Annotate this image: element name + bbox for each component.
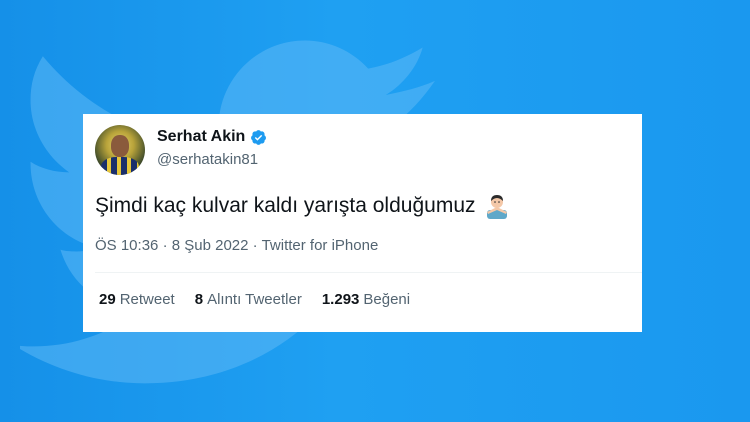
quote-tweets-label: Alıntı Tweetler — [207, 291, 302, 308]
likes-count: 1.293 — [321, 291, 360, 308]
likes-label: Beğeni — [363, 291, 411, 308]
retweets-stat[interactable]: 29 Retweet — [99, 291, 175, 308]
tweet-stats: 29 Retweet 8 Alıntı Tweetler 1.293 Beğen… — [99, 291, 430, 308]
author-name-row: Serhat Akin — [157, 128, 267, 146]
retweets-label: Retweet — [119, 291, 175, 308]
tweet-card: Serhat Akin @serhatakin81 Şimdi kaç kulv… — [83, 114, 642, 332]
verified-badge-icon — [251, 129, 267, 145]
author-handle[interactable]: @serhatakin81 — [157, 151, 258, 168]
quote-tweets-stat[interactable]: 8 Alıntı Tweetler — [195, 291, 302, 308]
quote-tweets-count: 8 — [194, 291, 204, 308]
man-gesturing-no-emoji-icon — [486, 195, 507, 219]
retweets-count: 29 — [99, 291, 116, 308]
author-display-name[interactable]: Serhat Akin — [157, 128, 245, 146]
tweet-time[interactable]: ÖS 10:36 — [95, 237, 158, 254]
meta-separator: · — [162, 237, 168, 254]
tweet-text: Şimdi kaç kulvar kaldı yarışta olduğumuz — [95, 194, 476, 217]
tweet-source[interactable]: Twitter for iPhone — [262, 237, 379, 254]
tweet-meta: ÖS 10:36 · 8 Şub 2022 · Twitter for iPho… — [95, 237, 378, 254]
tweet-date[interactable]: 8 Şub 2022 — [172, 237, 249, 254]
meta-separator: · — [252, 237, 258, 254]
likes-stat[interactable]: 1.293 Beğeni — [322, 291, 410, 308]
avatar-face — [111, 135, 129, 157]
divider — [95, 272, 642, 273]
avatar[interactable] — [95, 125, 145, 175]
tweet-body: Şimdi kaç kulvar kaldı yarışta olduğumuz — [95, 193, 510, 219]
avatar-shirt — [101, 157, 139, 175]
